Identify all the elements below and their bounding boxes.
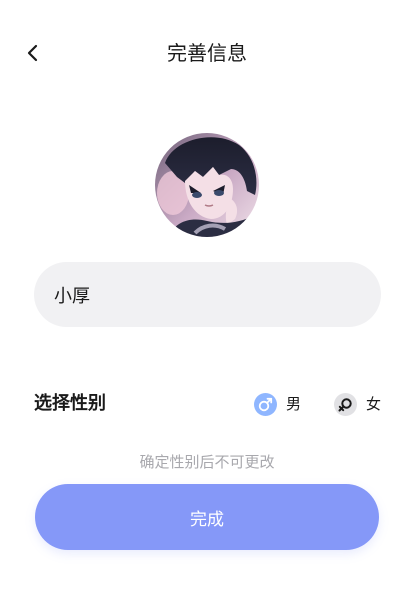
complete-button-label: 完成 bbox=[190, 509, 224, 530]
gender-label: 选择性别 bbox=[34, 393, 106, 414]
nickname-value: 小厚 bbox=[54, 285, 90, 307]
gender-female-label: 女 bbox=[366, 395, 382, 413]
gender-male-label: 男 bbox=[286, 395, 302, 413]
page-title: 完善信息 bbox=[167, 41, 247, 65]
gender-notice: 确定性别后不可更改 bbox=[139, 453, 275, 471]
avatar[interactable] bbox=[155, 133, 259, 237]
gender-option-male[interactable]: 男 bbox=[254, 391, 301, 417]
gender-option-female[interactable]: 女 bbox=[334, 391, 381, 417]
nickname-field[interactable]: 小厚 bbox=[34, 262, 381, 327]
avatar-image bbox=[155, 133, 259, 237]
female-icon bbox=[334, 392, 357, 416]
complete-button[interactable]: 完成 bbox=[35, 484, 379, 550]
male-icon bbox=[254, 392, 277, 416]
